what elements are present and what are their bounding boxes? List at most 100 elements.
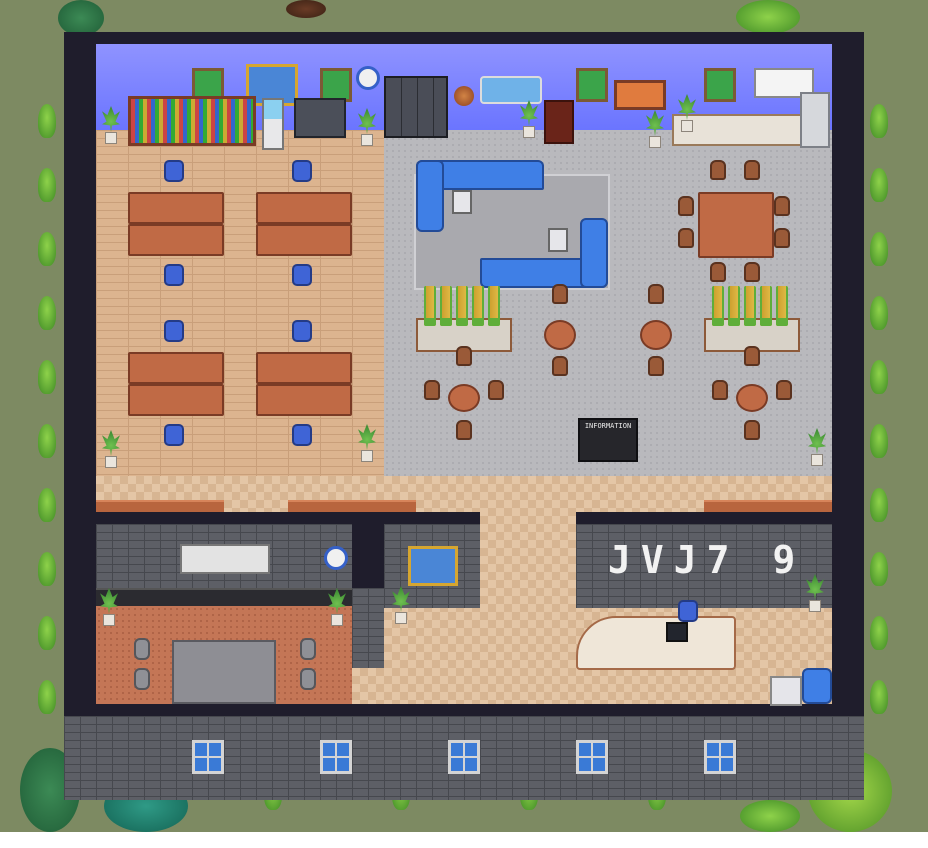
wall-clock-icon[interactable] [356,66,380,90]
wall-clock-icon[interactable] [324,546,348,570]
wooden-chair[interactable] [678,228,694,248]
lockers[interactable] [384,76,448,138]
wooden-chair[interactable] [774,228,790,248]
wooden-chair[interactable] [744,262,760,282]
waiting-chair[interactable] [802,668,832,704]
shrub [870,424,888,458]
facade-window [704,740,736,774]
potted-plant-icon [676,94,698,134]
wooden-chair[interactable] [552,284,568,304]
shrub [38,680,56,714]
meeting-chair[interactable] [134,638,150,660]
wooden-chair[interactable] [488,380,504,400]
information-board-title: INFORMATION [584,422,632,430]
ship-painting-icon [408,546,458,586]
water-dispenser [770,676,802,706]
meeting-chair[interactable] [134,668,150,690]
office-chair[interactable] [164,160,184,182]
meeting-chair[interactable] [300,668,316,690]
reception-sign: JVJ7 9 [608,538,806,582]
potted-plant-icon [804,574,826,614]
office-chair[interactable] [292,264,312,286]
shrub [870,360,888,394]
shrub [870,616,888,650]
sofa[interactable] [580,218,608,288]
wooden-chair[interactable] [648,284,664,304]
wooden-chair[interactable] [774,196,790,216]
classroom-desk[interactable] [128,352,224,384]
classroom-desk[interactable] [128,192,224,224]
shrub [38,232,56,266]
classroom-desk[interactable] [256,384,352,416]
meeting-chair[interactable] [300,638,316,660]
sofa[interactable] [416,160,444,232]
wooden-chair[interactable] [678,196,694,216]
facade-window [320,740,352,774]
pillar [352,512,384,588]
coffee-machine[interactable] [548,228,568,252]
wooden-chair[interactable] [712,380,728,400]
printer-icon[interactable] [294,98,346,138]
office-chair[interactable] [164,424,184,446]
classroom-desk[interactable] [256,352,352,384]
office-chair[interactable] [292,160,312,182]
bamboo-plant [424,286,436,326]
shrub [870,552,888,586]
shrub [870,168,888,202]
laptop-stand[interactable] [452,190,472,214]
bamboo-plant [776,286,788,326]
wooden-chair[interactable] [710,262,726,282]
reception-desk [576,616,736,670]
wooden-chair[interactable] [744,420,760,440]
bamboo-plant [456,286,468,326]
classroom-desk[interactable] [128,384,224,416]
potted-plant-icon [100,430,122,470]
facade-window [192,740,224,774]
classroom-desk[interactable] [128,224,224,256]
wooden-chair[interactable] [456,420,472,440]
bookshelf [128,96,256,146]
water-cooler-icon[interactable] [262,98,284,150]
shrub [38,552,56,586]
jukebox[interactable] [544,100,574,144]
wooden-chair[interactable] [648,356,664,376]
green-board [576,68,608,102]
potted-plant-icon [326,588,348,628]
office-chair[interactable] [292,320,312,342]
wooden-chair[interactable] [424,380,440,400]
bamboo-plant [488,286,500,326]
corkboard [614,80,666,110]
dining-table[interactable] [698,192,774,258]
round-table[interactable] [544,320,576,350]
wooden-chair[interactable] [456,346,472,366]
wooden-chair[interactable] [552,356,568,376]
wooden-chair[interactable] [744,346,760,366]
reception-chair[interactable] [678,600,698,622]
round-table[interactable] [448,384,480,412]
potted-plant-icon [100,106,122,146]
office-chair[interactable] [292,424,312,446]
classroom-desk[interactable] [256,192,352,224]
computer-monitor-icon[interactable] [666,622,688,642]
fridge[interactable] [800,92,830,148]
shrub [870,296,888,330]
classroom-desk[interactable] [256,224,352,256]
round-table[interactable] [640,320,672,350]
bamboo-plant [472,286,484,326]
bamboo-plant [712,286,724,326]
wooden-chair[interactable] [710,160,726,180]
tree [286,0,326,18]
wooden-chair[interactable] [776,380,792,400]
shrub [38,616,56,650]
round-table[interactable] [736,384,768,412]
shrub [870,104,888,138]
office-chair[interactable] [164,264,184,286]
wooden-chair[interactable] [744,160,760,180]
shrub [38,488,56,522]
bamboo-plant [744,286,756,326]
office-chair[interactable] [164,320,184,342]
bamboo-plant [728,286,740,326]
information-board[interactable]: INFORMATION [578,418,638,462]
globe-icon[interactable] [454,86,474,106]
shrub [38,360,56,394]
